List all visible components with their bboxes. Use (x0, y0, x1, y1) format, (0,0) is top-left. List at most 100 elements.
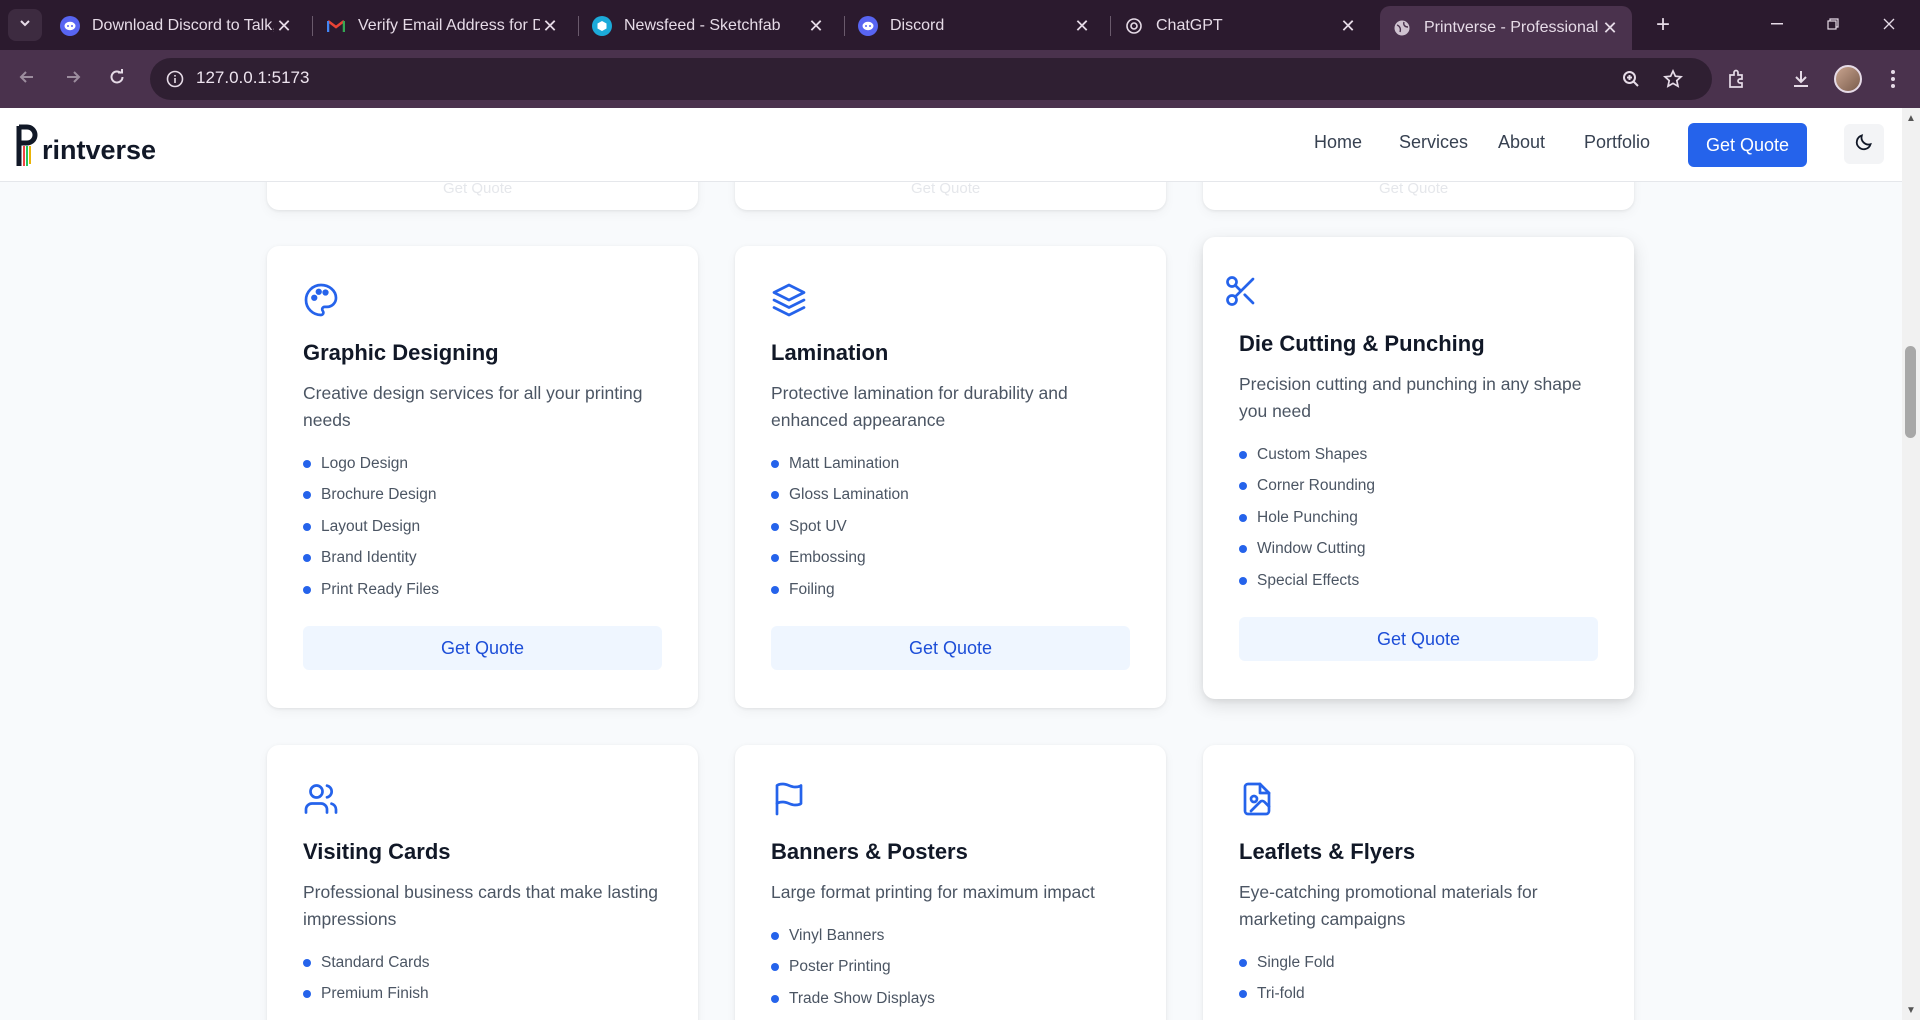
feature-label: Foiling (789, 580, 835, 598)
feature-item: Tri-fold (1239, 979, 1335, 1011)
kebab-menu-icon[interactable] (1876, 62, 1910, 96)
browser-tab[interactable]: Download Discord to Talk, ✕ (48, 8, 306, 44)
service-card-leaflets-flyers: Leaflets & Flyers Eye-catching promotion… (1203, 745, 1634, 1020)
feature-label: Brochure Design (321, 486, 437, 504)
profile-avatar[interactable] (1834, 65, 1862, 93)
header-get-quote-button[interactable]: Get Quote (1688, 123, 1807, 167)
nav-portfolio[interactable]: Portfolio (1584, 132, 1650, 153)
browser-tab[interactable]: Newsfeed - Sketchfab ✕ (580, 8, 838, 44)
browser-tab[interactable]: ChatGPT ✕ (1112, 8, 1370, 44)
feature-item: Matt Lamination (771, 448, 909, 480)
sketchfab-icon (592, 16, 612, 36)
card-title: Graphic Designing (303, 340, 499, 365)
nav-home[interactable]: Home (1314, 132, 1362, 153)
address-bar[interactable] (150, 58, 1712, 100)
download-icon[interactable] (1784, 62, 1818, 96)
tab-search-button[interactable] (8, 9, 42, 41)
feature-list: Logo Design Brochure Design Layout Desig… (303, 448, 439, 606)
bullet-icon (1239, 482, 1247, 491)
page-viewport: rintverse Home Services About Portfolio … (0, 108, 1902, 1020)
feature-item: Gloss Lamination (771, 480, 909, 512)
feature-item: Spot UV (771, 511, 909, 543)
feature-label: Spot UV (789, 517, 847, 535)
reload-icon (108, 68, 126, 91)
reload-button[interactable] (100, 62, 134, 96)
feature-label: Logo Design (321, 454, 409, 472)
feature-item: Embossing (771, 543, 909, 575)
browser-tab[interactable]: Discord ✕ (846, 8, 1104, 44)
scissors-icon (1223, 273, 1259, 309)
card-description: Professional business cards that make la… (303, 882, 659, 929)
forward-button[interactable] (56, 62, 90, 96)
bullet-icon (303, 990, 311, 999)
browser-tab[interactable]: Verify Email Address for Di ✕ (314, 8, 572, 44)
chatgpt-icon (1124, 16, 1144, 36)
get-quote-button[interactable]: Get Quote (771, 626, 1130, 670)
feature-item: Special Effects (1239, 565, 1375, 597)
bullet-icon (1239, 958, 1247, 967)
bullet-icon (771, 963, 779, 972)
feature-label: Vinyl Banners (789, 926, 885, 944)
discord-icon (60, 16, 80, 36)
scroll-up-arrow[interactable]: ▲ (1905, 112, 1917, 124)
bullet-icon (771, 459, 779, 468)
flag-icon (771, 781, 807, 817)
close-icon[interactable]: ✕ (1072, 16, 1092, 37)
bullet-icon (1239, 990, 1247, 999)
tab-title: ChatGPT (1156, 17, 1223, 34)
feature-label: Trade Show Displays (789, 989, 935, 1007)
scroll-down-arrow[interactable]: ▼ (1905, 1004, 1917, 1016)
feature-label: Premium Finish (321, 985, 429, 1003)
feature-item: Foiling (771, 574, 909, 606)
close-window-button[interactable] (1866, 8, 1912, 40)
card-link[interactable]: Get Quote (443, 180, 512, 197)
page-scrollbar[interactable] (1902, 108, 1920, 1020)
close-icon[interactable]: ✕ (1338, 16, 1358, 37)
theme-toggle-button[interactable] (1844, 124, 1884, 164)
get-quote-button[interactable]: Get Quote (303, 626, 662, 670)
new-tab-button[interactable]: + (1648, 10, 1678, 40)
feature-item: Layout Design (303, 511, 439, 543)
minimize-button[interactable] (1754, 8, 1800, 40)
feature-item: Premium Finish (303, 979, 430, 1011)
tab-title: Printverse - Professional Pr (1424, 19, 1600, 36)
close-icon[interactable]: ✕ (1600, 18, 1620, 39)
feature-label: Layout Design (321, 517, 421, 535)
card-link[interactable]: Get Quote (1379, 180, 1448, 197)
logo[interactable]: rintverse (16, 122, 156, 168)
feature-item: Hole Punching (1239, 502, 1375, 534)
close-icon[interactable]: ✕ (274, 16, 294, 37)
tab-divider (1110, 16, 1111, 36)
bookmark-star-icon[interactable] (1656, 62, 1690, 96)
card-title: Lamination (771, 340, 889, 365)
tab-divider (844, 16, 845, 36)
browser-tab-active[interactable]: Printverse - Professional Pr ✕ (1380, 6, 1632, 50)
feature-item: Single Fold (1239, 947, 1335, 979)
get-quote-button[interactable]: Get Quote (1239, 617, 1598, 661)
feature-label: Single Fold (1257, 953, 1335, 971)
close-icon[interactable]: ✕ (540, 16, 560, 37)
feature-label: Standard Cards (321, 953, 430, 971)
gmail-icon (326, 16, 346, 36)
feature-label: Window Cutting (1257, 540, 1366, 558)
site-info-icon[interactable] (162, 66, 188, 92)
moon-icon (1854, 132, 1874, 157)
extensions-icon[interactable] (1720, 62, 1754, 96)
bullet-icon (1239, 576, 1247, 585)
url-text[interactable]: 127.0.0.1:5173 (196, 68, 309, 88)
back-button[interactable] (10, 62, 44, 96)
card-title: Banners & Posters (771, 839, 968, 864)
zoom-icon[interactable] (1614, 62, 1648, 96)
scrollbar-thumb[interactable] (1905, 346, 1916, 438)
card-title: Die Cutting & Punching (1239, 331, 1485, 356)
tab-divider (578, 16, 579, 36)
bullet-icon (771, 994, 779, 1003)
restore-button[interactable] (1810, 8, 1856, 40)
nav-about[interactable]: About (1498, 132, 1545, 153)
nav-services[interactable]: Services (1399, 132, 1468, 153)
card-title: Leaflets & Flyers (1239, 839, 1416, 864)
palette-icon (303, 282, 339, 318)
close-icon[interactable]: ✕ (806, 16, 826, 37)
feature-list: Standard Cards Premium Finish (303, 947, 430, 1010)
card-link[interactable]: Get Quote (911, 180, 980, 197)
